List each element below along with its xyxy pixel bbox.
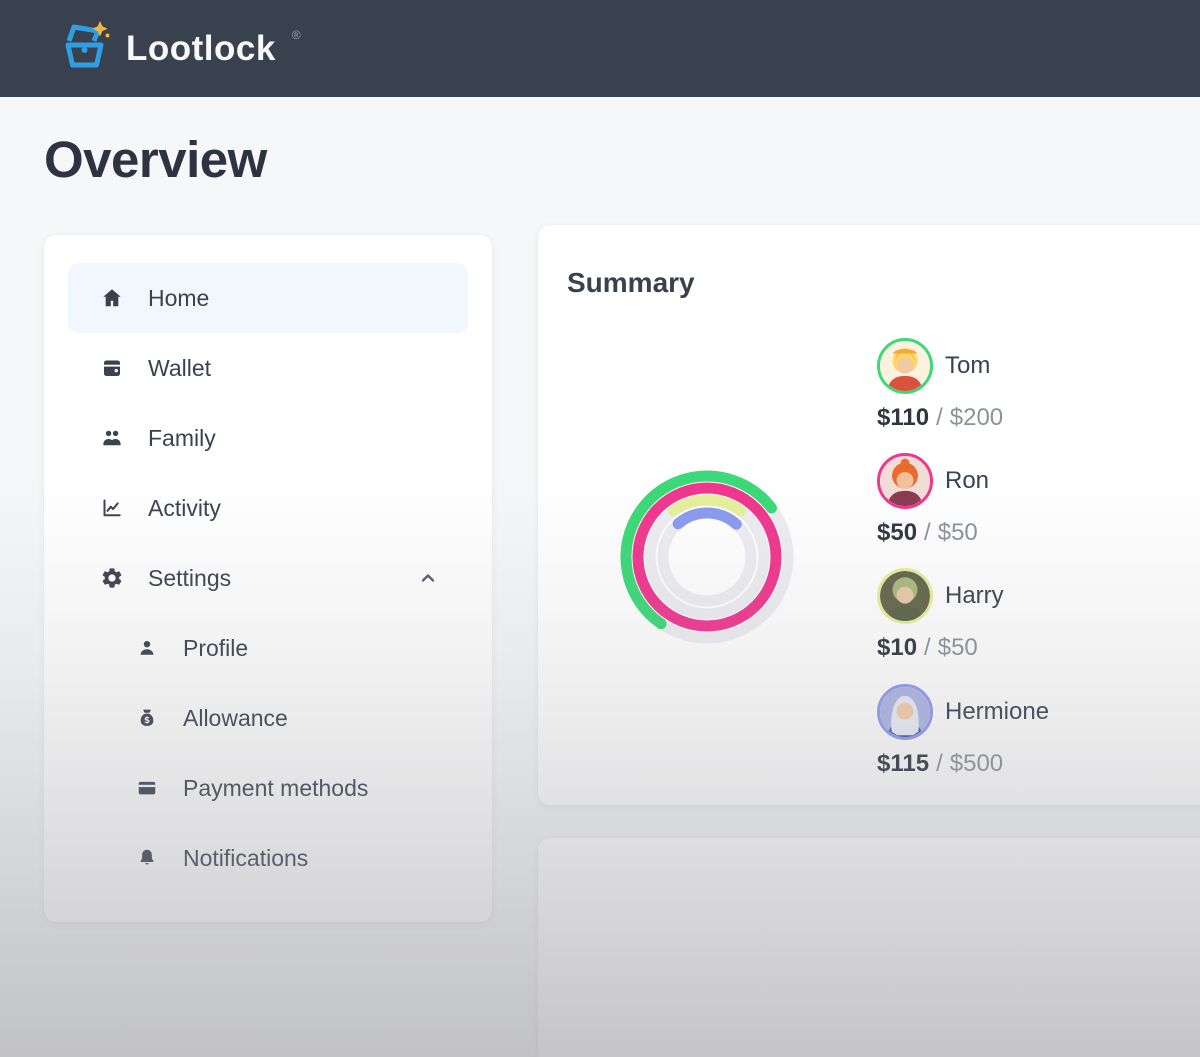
family-icon: [100, 426, 124, 450]
amount-spent: $50: [877, 519, 917, 546]
avatar-ron: [877, 453, 933, 509]
gear-icon: [100, 566, 124, 590]
member-name: Ron: [945, 467, 989, 495]
wallet-icon: [100, 356, 124, 380]
sidebar-item-payment-methods[interactable]: Payment methods: [68, 753, 468, 823]
sidebar-item-label: Family: [148, 425, 216, 452]
lootlock-chest-logo-icon: [60, 20, 112, 77]
member-amount: $10 / $50: [877, 634, 1197, 662]
amount-separator: /: [924, 519, 931, 546]
member-amount: $50 / $50: [877, 519, 1197, 547]
member-row-hermione: Hermione $115 / $500: [877, 684, 1197, 779]
brand: Lootlock ®: [60, 20, 301, 77]
credit-card-icon: [135, 776, 159, 800]
member-name: Tom: [945, 352, 990, 380]
chevron-up-icon[interactable]: [416, 566, 440, 590]
avatar-hermione: [877, 684, 933, 740]
amount-limit: $50: [938, 519, 978, 546]
person-icon: [135, 636, 159, 660]
member-amount: $115 / $500: [877, 750, 1197, 778]
sidebar-item-activity[interactable]: Activity: [68, 473, 468, 543]
brand-name: Lootlock: [126, 31, 276, 66]
app-header: Lootlock ®: [0, 0, 1200, 97]
amount-limit: $200: [950, 404, 1003, 431]
sidebar-item-wallet[interactable]: Wallet: [68, 333, 468, 403]
spending-rings-chart: [612, 462, 802, 652]
sidebar-item-family[interactable]: Family: [68, 403, 468, 473]
sidebar-item-label: Allowance: [183, 705, 288, 732]
sidebar-item-label: Activity: [148, 495, 221, 522]
amount-spent: $110: [877, 404, 929, 431]
member-row-tom: Tom $110 / $200: [877, 338, 1197, 433]
page-title: Overview: [44, 130, 267, 189]
sidebar-item-settings[interactable]: Settings: [68, 543, 468, 613]
amount-separator: /: [936, 750, 943, 777]
sidebar-item-label: Wallet: [148, 355, 211, 382]
member-name: Hermione: [945, 698, 1049, 726]
sidebar-item-label: Home: [148, 285, 209, 312]
sidebar-nav: Home Wallet Family: [44, 235, 492, 922]
sidebar-item-notifications[interactable]: Notifications: [68, 823, 468, 893]
sidebar-item-profile[interactable]: Profile: [68, 613, 468, 683]
sidebar-item-label: Profile: [183, 635, 248, 662]
sidebar-item-home[interactable]: Home: [68, 263, 468, 333]
member-name: Harry: [945, 582, 1004, 610]
sidebar-item-label: Settings: [148, 565, 231, 592]
sidebar-item-label: Notifications: [183, 845, 308, 872]
activity-chart-icon: [100, 496, 124, 520]
avatar-harry: [877, 568, 933, 624]
svg-text:$: $: [144, 716, 150, 726]
summary-card: Summary: [538, 225, 1200, 805]
amount-separator: /: [936, 404, 943, 431]
amount-spent: $10: [877, 634, 917, 661]
summary-title: Summary: [567, 267, 695, 299]
amount-limit: $500: [950, 750, 1003, 777]
secondary-card: [538, 838, 1200, 1057]
app-window: Lootlock ® Overview Home Wallet: [0, 0, 1200, 1057]
member-amount: $110 / $200: [877, 404, 1197, 432]
member-row-ron: Ron $50 / $50: [877, 453, 1197, 548]
money-bag-icon: $: [135, 706, 159, 730]
amount-limit: $50: [938, 634, 978, 661]
amount-spent: $115: [877, 750, 929, 777]
amount-separator: /: [924, 634, 931, 661]
sidebar-item-allowance[interactable]: $ Allowance: [68, 683, 468, 753]
registered-mark: ®: [292, 28, 301, 42]
member-row-harry: Harry $10 / $50: [877, 568, 1197, 663]
sidebar-item-label: Payment methods: [183, 775, 368, 802]
bell-icon: [135, 846, 159, 870]
home-icon: [100, 286, 124, 310]
avatar-tom: [877, 338, 933, 394]
